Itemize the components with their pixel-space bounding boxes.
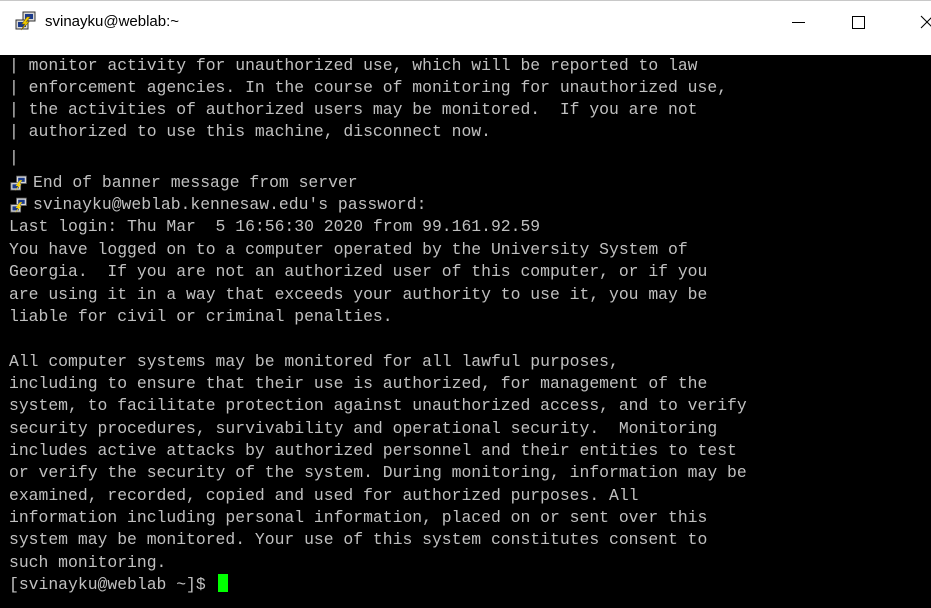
putty-icon	[10, 175, 27, 191]
maximize-button[interactable]	[835, 1, 881, 43]
window-title: svinayku@weblab:~	[45, 13, 180, 30]
minimize-button[interactable]	[776, 1, 822, 43]
notice-line: includes active attacks by authorized pe…	[9, 441, 737, 460]
notice-line: security procedures, survivability and o…	[9, 419, 718, 438]
end-of-banner-text: End of banner message from server	[33, 173, 358, 192]
banner-line: | enforcement agencies. In the course of…	[9, 78, 728, 97]
notice-line: information including personal informati…	[9, 508, 708, 527]
putty-icon	[10, 197, 27, 213]
close-icon	[920, 15, 931, 29]
putty-window: svinayku@weblab:~ | monitor activity for…	[0, 0, 931, 608]
banner-line: | authorized to use this machine, discon…	[9, 122, 491, 141]
notice-line: You have logged on to a computer operate…	[9, 240, 688, 259]
last-login-text: Last login: Thu Mar 5 16:56:30 2020 from…	[9, 217, 541, 236]
banner-line: | the activities of authorized users may…	[9, 100, 698, 119]
maximize-icon	[852, 16, 865, 29]
notice-line: All computer systems may be monitored fo…	[9, 352, 619, 371]
notice-line: are using it in a way that exceeds your …	[9, 285, 708, 304]
notice-line: such monitoring.	[9, 553, 167, 572]
minimize-icon	[792, 22, 805, 23]
notice-line: Georgia. If you are not an authorized us…	[9, 262, 708, 281]
notice-line: system may be monitored. Your use of thi…	[9, 530, 708, 549]
putty-icon[interactable]	[15, 11, 37, 31]
notice-line: including to ensure that their use is au…	[9, 374, 708, 393]
close-button[interactable]	[900, 1, 931, 43]
banner-line: |	[9, 148, 19, 167]
banner-line: | monitor activity for unauthorized use,…	[9, 56, 698, 75]
password-prompt: svinayku@weblab.kennesaw.edu's password:	[33, 195, 427, 214]
shell-prompt: [svinayku@weblab ~]$	[9, 575, 216, 594]
shell-prompt-line[interactable]: [svinayku@weblab ~]$	[9, 574, 228, 596]
notice-line: liable for civil or criminal penalties.	[9, 307, 393, 326]
title-bar[interactable]: svinayku@weblab:~	[0, 0, 931, 42]
notice-line: system, to facilitate protection against…	[9, 396, 747, 415]
notice-line: examined, recorded, copied and used for …	[9, 486, 639, 505]
terminal-cursor	[217, 574, 228, 592]
notice-line: or verify the security of the system. Du…	[9, 463, 747, 482]
terminal-output[interactable]: | monitor activity for unauthorized use,…	[0, 55, 931, 608]
